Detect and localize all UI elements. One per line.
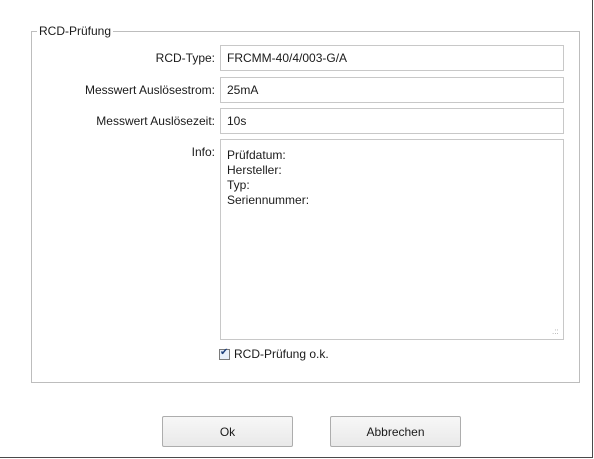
ausloesezeit-input[interactable]: 10s [220,108,564,134]
ausloesestrom-input[interactable]: 25mA [220,77,564,103]
rcd-ok-checkbox[interactable]: ✔ [219,346,230,360]
rcd-type-input[interactable]: FRCMM-40/4/003-G/A [220,45,564,71]
info-textarea[interactable]: Prüfdatum: Hersteller: Typ: Seriennummer… [220,139,564,340]
rcd-ok-label[interactable]: RCD-Prüfung o.k. [234,347,329,361]
info-line-seriennummer: Seriennummer: [227,193,310,207]
ausloesestrom-label: Messwert Auslösestrom: [84,83,215,97]
info-line-pruefdatum: Prüfdatum: [227,148,286,162]
ausloesezeit-label: Messwert Auslösezeit: [96,114,215,128]
groupbox-title: RCD-Prüfung [37,24,114,38]
checkmark-icon: ✔ [220,346,229,358]
info-line-typ: Typ: [227,178,250,192]
resize-grip-icon[interactable]: .:: [552,328,560,336]
rcd-type-label: RCD-Type: [155,51,215,65]
rcd-ok-checkbox-row[interactable]: ✔ RCD-Prüfung o.k. [219,346,329,362]
cancel-button[interactable]: Abbrechen [330,416,461,447]
rcd-pruefung-dialog: RCD-Prüfung RCD-Type: FRCMM-40/4/003-G/A… [0,0,593,458]
ok-button[interactable]: Ok [162,416,293,447]
info-line-hersteller: Hersteller: [227,163,282,177]
info-label: Info: [191,145,215,159]
